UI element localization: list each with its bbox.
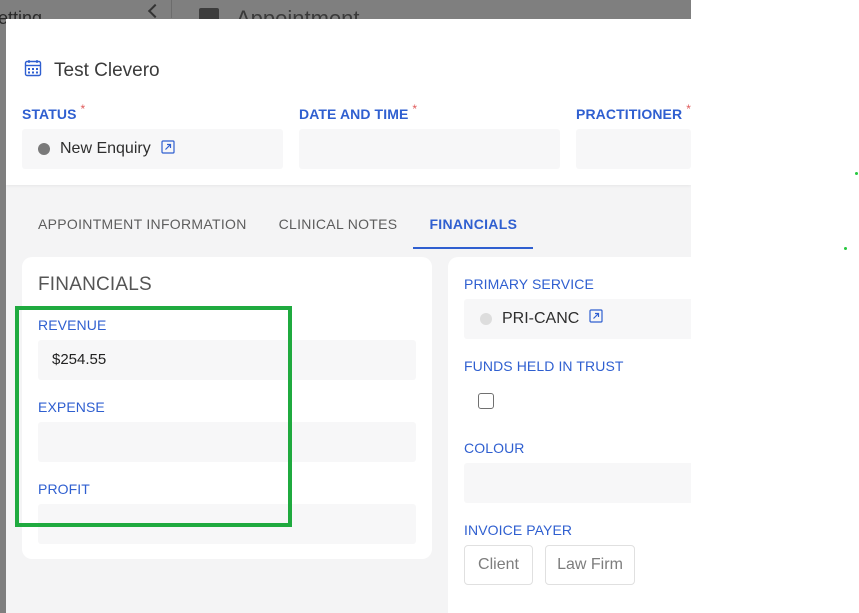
tab-appointment-information[interactable]: APPOINTMENT INFORMATION (6, 205, 263, 249)
status-dot-icon (38, 143, 50, 155)
calendar-icon (24, 59, 54, 82)
date-time-field[interactable] (299, 129, 560, 169)
modal-title: Test Clevero (54, 59, 160, 81)
practitioner-label: PRACTITIONER * (576, 102, 691, 122)
primary-service-label: PRIMARY SERVICE (464, 276, 594, 292)
financials-card-title: FINANCIALS (38, 274, 152, 295)
modal-header: Test Clevero STATUS * New Enquiry DATE A… (6, 19, 691, 185)
invoice-payer-client-option[interactable]: Client (464, 545, 533, 585)
highlight-box (15, 306, 292, 527)
status-label-text: STATUS (22, 106, 77, 122)
primary-service-value: PRI-CANC (502, 310, 580, 327)
date-time-label: DATE AND TIME * (299, 102, 417, 122)
primary-service-field[interactable]: PRI-CANC (464, 299, 691, 339)
required-mark: * (80, 102, 86, 116)
practitioner-field[interactable] (576, 129, 691, 169)
green-dot-marker (844, 247, 847, 250)
date-time-label-text: DATE AND TIME (299, 106, 409, 122)
status-field[interactable]: New Enquiry (22, 129, 283, 169)
appointment-modal: Test Clevero STATUS * New Enquiry DATE A… (6, 19, 691, 613)
invoice-payer-label: INVOICE PAYER (464, 522, 573, 538)
invoice-payer-law-firm-option[interactable]: Law Firm (545, 545, 635, 585)
green-dot-marker (855, 172, 858, 175)
status-value: New Enquiry (22, 129, 283, 169)
modal-title-row: Test Clevero (24, 59, 160, 82)
required-mark: * (686, 102, 691, 116)
external-link-icon[interactable] (151, 139, 175, 159)
external-link-icon[interactable] (579, 299, 603, 339)
screen: etting Appointment (0, 0, 859, 613)
tab-clinical-notes[interactable]: CLINICAL NOTES (263, 205, 414, 249)
service-dot-icon (480, 313, 492, 325)
tab-financials[interactable]: FINANCIALS (413, 205, 534, 249)
details-card: PRIMARY SERVICE PRI-CANC FUNDS HELD IN T… (448, 257, 691, 613)
status-label: STATUS * (22, 102, 85, 122)
background-chevron-icon (147, 3, 163, 19)
practitioner-label-text: PRACTITIONER (576, 106, 683, 122)
funds-held-in-trust-checkbox[interactable] (478, 393, 494, 409)
status-value-text: New Enquiry (60, 140, 151, 157)
required-mark: * (412, 102, 418, 116)
background-divider (171, 0, 172, 18)
colour-field[interactable] (464, 463, 691, 503)
funds-held-in-trust-label: FUNDS HELD IN TRUST (464, 358, 624, 374)
modal-tabs: APPOINTMENT INFORMATION CLINICAL NOTES F… (6, 205, 534, 249)
colour-label: COLOUR (464, 440, 525, 456)
